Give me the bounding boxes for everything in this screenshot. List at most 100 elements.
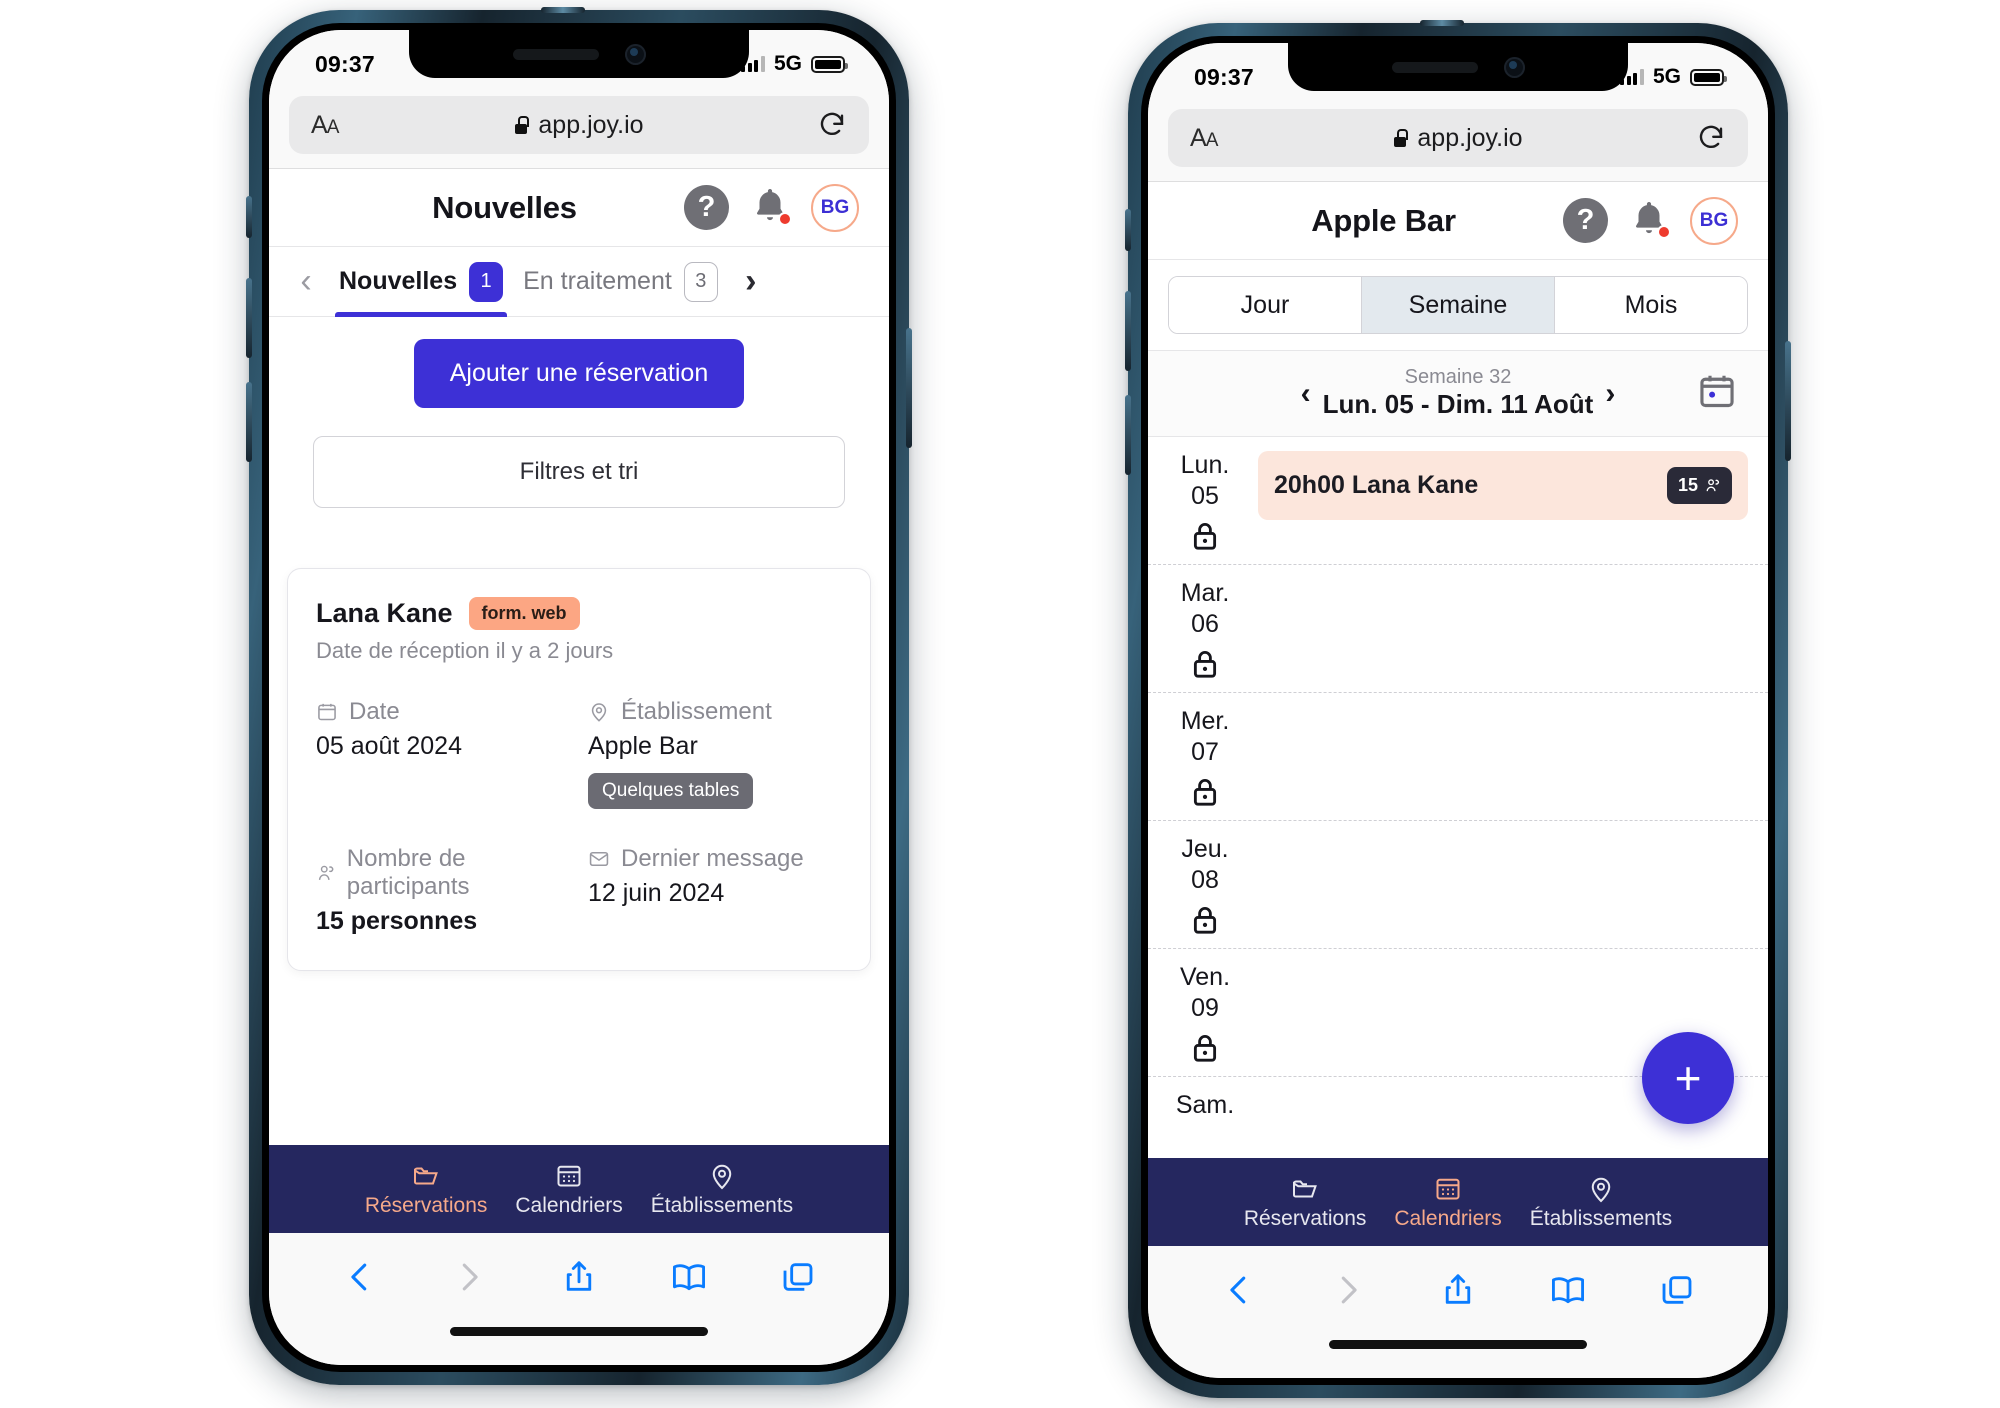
nav-item-etablissements[interactable]: Établissements [637,1161,807,1218]
filters-sort-button[interactable]: Filtres et tri [313,436,845,508]
calendar-grid-icon [557,1165,581,1186]
day-name: Jeu. [1181,835,1229,863]
field-last-message-label: Dernier message [621,845,804,872]
text-size-button[interactable]: AA [311,111,339,140]
earpiece-speaker [1391,61,1478,73]
bookmarks-icon[interactable] [670,1258,708,1296]
tabs-scroll-right-icon[interactable]: › [728,247,774,316]
day-row-thu: Jeu. 08 [1148,821,1768,949]
segment-mois[interactable]: Mois [1555,277,1747,333]
tab-en-traitement-count: 3 [683,261,718,302]
reservations-list-pane: Ajouter une réservation Filtres et tri L… [269,317,889,1145]
field-date-value: 05 août 2024 [316,732,462,760]
volume-up-button [1125,291,1131,371]
nav-item-reservations[interactable]: Réservations [351,1161,502,1218]
tabs-scroll-left-icon[interactable]: ‹ [283,247,329,316]
tab-nouvelles[interactable]: Nouvelles 1 [329,247,513,317]
day-label-wed: Mer. 07 [1158,707,1252,814]
nav-item-etablissements-label: Établissements [1529,1206,1673,1230]
lock-icon[interactable] [1188,647,1222,686]
reservation-received-date: Date de réception il y a 2 jours [316,638,614,663]
field-establishment-label: Établissement [621,698,772,725]
day-row-tue: Mar. 06 [1148,565,1768,693]
url-display: app.joy.io [289,111,869,140]
forward-icon [1342,1276,1358,1304]
field-date-label-row: Date [316,698,570,726]
lock-icon[interactable] [1188,775,1222,814]
back-icon[interactable] [341,1258,379,1296]
address-bar[interactable]: AA app.joy.io [1168,109,1748,167]
header-actions: ? BG [684,183,859,232]
url-display: app.joy.io [1168,124,1748,153]
calendar-event[interactable]: 20h00 Lana Kane 15 [1258,451,1748,520]
phone-bezel-right: 09:37 5G AA app.joy.io Apple Bar ? BG Jo… [1141,36,1775,1385]
tab-en-traitement[interactable]: En traitement 3 [513,247,728,316]
nav-item-calendriers[interactable]: Calendriers [501,1161,636,1218]
home-indicator-area [1148,1334,1768,1378]
volume-down-button [1125,395,1131,475]
share-icon[interactable] [560,1258,598,1296]
reload-icon[interactable] [1696,123,1726,153]
home-indicator[interactable] [450,1327,708,1336]
network-label: 5G [773,52,802,75]
earpiece-speaker [512,48,599,60]
nav-item-etablissements[interactable]: Établissements [1516,1174,1686,1231]
reload-icon[interactable] [817,110,847,140]
week-grid: Lun. 05 20h00 Lana Kane 15 Mar. 06 Mer. … [1148,437,1768,1158]
reservation-card[interactable]: Lana Kane form. web Date de réception il… [287,568,871,971]
phone-bezel-left: 09:37 5G AA app.joy.io Nouvelles ? BG ‹ … [262,23,896,1372]
week-range: Lun. 05 - Dim. 11 Août [1322,389,1594,420]
home-indicator[interactable] [1329,1340,1587,1349]
notifications-button[interactable] [1628,198,1671,243]
phone-device-right: 09:37 5G AA app.joy.io Apple Bar ? BG Jo… [1125,20,1791,1398]
tab-bar: ‹ Nouvelles 1 En traitement 3 › [269,247,889,317]
status-indicators: 5G [1620,65,1727,89]
next-week-icon[interactable]: › [1605,377,1615,411]
lock-icon[interactable] [1188,1031,1222,1070]
lock-icon[interactable] [1188,519,1222,558]
add-event-fab[interactable]: + [1642,1032,1734,1124]
app-header-left: Nouvelles ? BG [269,169,889,247]
segment-jour[interactable]: Jour [1169,277,1362,333]
add-reservation-button[interactable]: Ajouter une réservation [413,339,745,408]
prev-week-icon[interactable]: ‹ [1301,377,1311,411]
tab-nouvelles-count: 1 [469,261,504,302]
reservation-source-badge: form. web [468,597,580,630]
tabs-icon[interactable] [779,1258,817,1296]
address-bar[interactable]: AA app.joy.io [289,96,869,154]
day-name: Lun. [1180,451,1230,479]
day-number: 07 [1191,737,1219,766]
nav-item-calendriers[interactable]: Calendriers [1380,1174,1515,1231]
week-nav-group: ‹ Semaine 32 Lun. 05 - Dim. 11 Août › [1148,366,1768,421]
day-name: Ven. [1179,963,1231,991]
avatar[interactable]: BG [811,183,859,232]
mute-switch [1125,209,1131,251]
field-participants: Nombre de participants 15 personnes [316,845,570,936]
home-indicator-area [269,1321,889,1365]
field-establishment-label-row: Établissement [588,698,842,726]
text-size-button[interactable]: AA [1190,124,1218,153]
day-label-sat: Sam. [1158,1091,1252,1120]
share-icon[interactable] [1439,1271,1477,1309]
nav-item-reservations-label: Réservations [364,1193,488,1217]
lock-icon [514,116,529,134]
tabs-icon[interactable] [1658,1271,1696,1309]
guest-number: 15 [1677,475,1698,495]
page-title: Nouvelles [432,189,577,225]
volume-down-button [246,382,252,462]
screenshot-canvas: 09:37 5G AA app.joy.io Nouvelles ? BG ‹ … [0,0,2000,1408]
bookmarks-icon[interactable] [1549,1271,1587,1309]
calendar-picker-icon[interactable] [1696,370,1738,417]
view-mode-switcher: Jour Semaine Mois [1148,260,1768,351]
help-icon[interactable]: ? [1563,198,1608,243]
top-antenna-band [1420,20,1464,26]
back-icon[interactable] [1220,1271,1258,1309]
reservation-card-head: Lana Kane form. web [316,597,842,630]
help-icon[interactable]: ? [684,185,729,230]
top-antenna-band [541,7,585,13]
segment-semaine[interactable]: Semaine [1362,277,1555,333]
nav-item-reservations[interactable]: Réservations [1230,1174,1381,1231]
notifications-button[interactable] [749,185,792,230]
lock-icon[interactable] [1188,903,1222,942]
avatar[interactable]: BG [1690,196,1738,245]
